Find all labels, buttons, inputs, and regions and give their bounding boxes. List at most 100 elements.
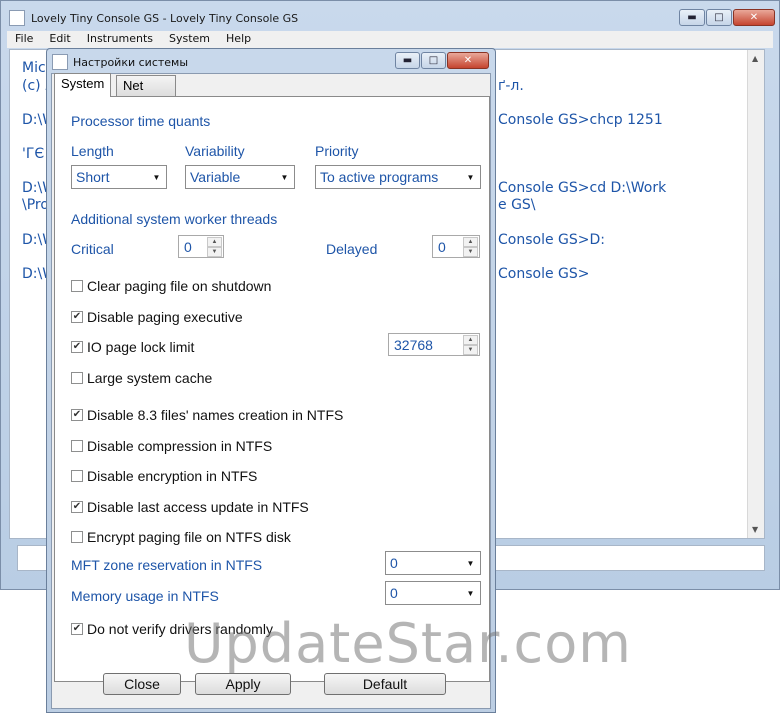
console-line: ґ-л. xyxy=(498,78,524,94)
checkbox-label: Disable 8.3 files' names creation in NTF… xyxy=(87,407,344,423)
spin-up-icon[interactable]: ▲ xyxy=(463,335,478,345)
io-lock-limit-spinner[interactable]: 32768 ▲ ▼ xyxy=(388,333,480,356)
checkbox-box xyxy=(71,470,83,482)
maximize-icon: □ xyxy=(428,54,439,66)
io-lock-value: 32768 xyxy=(394,337,433,353)
scroll-down-icon[interactable]: ▼ xyxy=(752,525,758,534)
maximize-button[interactable]: □ xyxy=(706,9,732,26)
spin-down-icon[interactable]: ▼ xyxy=(463,247,478,257)
spin-up-icon[interactable]: ▲ xyxy=(207,237,222,247)
console-scrollbar[interactable]: ▲ ▼ xyxy=(747,50,764,538)
chevron-down-icon: ▼ xyxy=(466,172,475,182)
memory-value: 0 xyxy=(390,585,398,601)
minimize-button[interactable]: ▬ xyxy=(679,9,705,26)
close-icon: ✕ xyxy=(749,11,759,23)
checkbox-label: Large system cache xyxy=(87,370,213,386)
chevron-down-icon: ▼ xyxy=(466,588,475,598)
variability-select[interactable]: Variable ▼ xyxy=(185,165,295,189)
close-window-button[interactable]: ✕ xyxy=(733,9,775,26)
scroll-up-icon[interactable]: ▲ xyxy=(752,54,758,63)
apply-button[interactable]: Apply xyxy=(195,673,291,695)
default-button[interactable]: Default xyxy=(324,673,446,695)
mft-zone-select[interactable]: 0 ▼ xyxy=(385,551,481,575)
checkbox-label: Disable compression in NTFS xyxy=(87,438,273,454)
delayed-value: 0 xyxy=(438,239,446,255)
spin-down-icon[interactable]: ▼ xyxy=(463,345,478,355)
checkbox-label: Disable encryption in NTFS xyxy=(87,468,258,484)
dialog-icon xyxy=(52,54,68,70)
chevron-down-icon: ▼ xyxy=(280,172,289,182)
priority-value: To active programs xyxy=(320,169,439,185)
dialog-close-button[interactable]: ✕ xyxy=(447,52,489,69)
length-select[interactable]: Short ▼ xyxy=(71,165,167,189)
variability-label: Variability xyxy=(185,143,245,159)
dialog-maximize-button[interactable]: □ xyxy=(421,52,446,69)
checkbox-label: Clear paging file on shutdown xyxy=(87,278,272,294)
checkbox-box: ✔ xyxy=(71,341,83,353)
memory-usage-label: Memory usage in NTFS xyxy=(71,588,219,604)
disable-paging-executive-checkbox[interactable]: ✔ Disable paging executive xyxy=(71,309,243,325)
menu-instruments[interactable]: Instruments xyxy=(79,31,161,48)
large-cache-checkbox[interactable]: Large system cache xyxy=(71,370,212,386)
checkbox-label: Do not verify drivers randomly xyxy=(87,621,273,637)
menu-edit[interactable]: Edit xyxy=(41,31,78,48)
main-window-controls: ▬ □ ✕ xyxy=(679,9,775,26)
dialog-title: Настройки системы xyxy=(73,55,189,69)
checkbox-box xyxy=(71,531,83,543)
dialog-minimize-button[interactable]: ▬ xyxy=(395,52,420,69)
checkbox-box: ✔ xyxy=(71,501,83,513)
menu-bar: File Edit Instruments System Help xyxy=(7,31,773,48)
console-line: Mic xyxy=(22,60,46,76)
spin-down-icon[interactable]: ▼ xyxy=(207,247,222,257)
console-line: \Pro xyxy=(22,197,49,213)
main-title-bar: Lovely Tiny Console GS - Lovely Tiny Con… xyxy=(9,9,298,27)
io-page-lock-checkbox[interactable]: ✔ IO page lock limit xyxy=(71,339,194,355)
delayed-spinner[interactable]: 0 ▲ ▼ xyxy=(432,235,480,258)
console-line: e GS\ xyxy=(498,197,536,213)
main-window-title: Lovely Tiny Console GS - Lovely Tiny Con… xyxy=(31,11,299,25)
menu-help[interactable]: Help xyxy=(218,31,259,48)
tab-system[interactable]: System xyxy=(54,73,112,97)
disable-compression-checkbox[interactable]: Disable compression in NTFS xyxy=(71,438,272,454)
chevron-down-icon: ▼ xyxy=(466,558,475,568)
menu-file[interactable]: File xyxy=(7,31,41,48)
threads-section-label: Additional system worker threads xyxy=(71,211,278,227)
disable-last-access-checkbox[interactable]: ✔ Disable last access update in NTFS xyxy=(71,499,309,515)
chevron-down-icon: ▼ xyxy=(152,172,161,182)
console-line: Console GS>D: xyxy=(498,232,605,248)
maximize-icon: □ xyxy=(714,11,724,23)
mft-zone-label: MFT zone reservation in NTFS xyxy=(71,557,263,573)
console-line: Console GS>cd D:\Work xyxy=(498,180,667,196)
checkbox-box: ✔ xyxy=(71,311,83,323)
disable-83-names-checkbox[interactable]: ✔ Disable 8.3 files' names creation in N… xyxy=(71,407,343,423)
checkbox-box: ✔ xyxy=(71,623,83,635)
checkbox-label: Disable paging executive xyxy=(87,309,243,325)
menu-system[interactable]: System xyxy=(161,31,218,48)
encrypt-paging-checkbox[interactable]: Encrypt paging file on NTFS disk xyxy=(71,529,291,545)
dialog-window-controls: ▬ □ ✕ xyxy=(395,52,489,69)
dialog-client-area: System Net Processor time quants Length … xyxy=(51,73,491,709)
mft-value: 0 xyxy=(390,555,398,571)
checkbox-label: IO page lock limit xyxy=(87,339,195,355)
length-label: Length xyxy=(71,143,114,159)
disable-encryption-checkbox[interactable]: Disable encryption in NTFS xyxy=(71,468,257,484)
variability-value: Variable xyxy=(190,169,241,185)
critical-label: Critical xyxy=(71,241,114,257)
checkbox-label: Encrypt paging file on NTFS disk xyxy=(87,529,291,545)
system-settings-dialog: Настройки системы ▬ □ ✕ System Net Proce… xyxy=(46,48,496,713)
priority-select[interactable]: To active programs ▼ xyxy=(315,165,481,189)
memory-usage-select[interactable]: 0 ▼ xyxy=(385,581,481,605)
critical-spinner[interactable]: 0 ▲ ▼ xyxy=(178,235,224,258)
spin-up-icon[interactable]: ▲ xyxy=(463,237,478,247)
close-button[interactable]: Close xyxy=(103,673,181,695)
checkbox-box xyxy=(71,372,83,384)
critical-value: 0 xyxy=(184,239,192,255)
console-line: Console GS> xyxy=(498,266,590,282)
no-verify-drivers-checkbox[interactable]: ✔ Do not verify drivers randomly xyxy=(71,621,273,637)
dialog-title-bar: Настройки системы xyxy=(52,54,188,70)
checkbox-label: Disable last access update in NTFS xyxy=(87,499,309,515)
processor-section-label: Processor time quants xyxy=(71,113,211,129)
console-line: 'ГЄ xyxy=(22,146,45,162)
tab-net[interactable]: Net xyxy=(116,75,176,97)
clear-paging-checkbox[interactable]: Clear paging file on shutdown xyxy=(71,278,271,294)
